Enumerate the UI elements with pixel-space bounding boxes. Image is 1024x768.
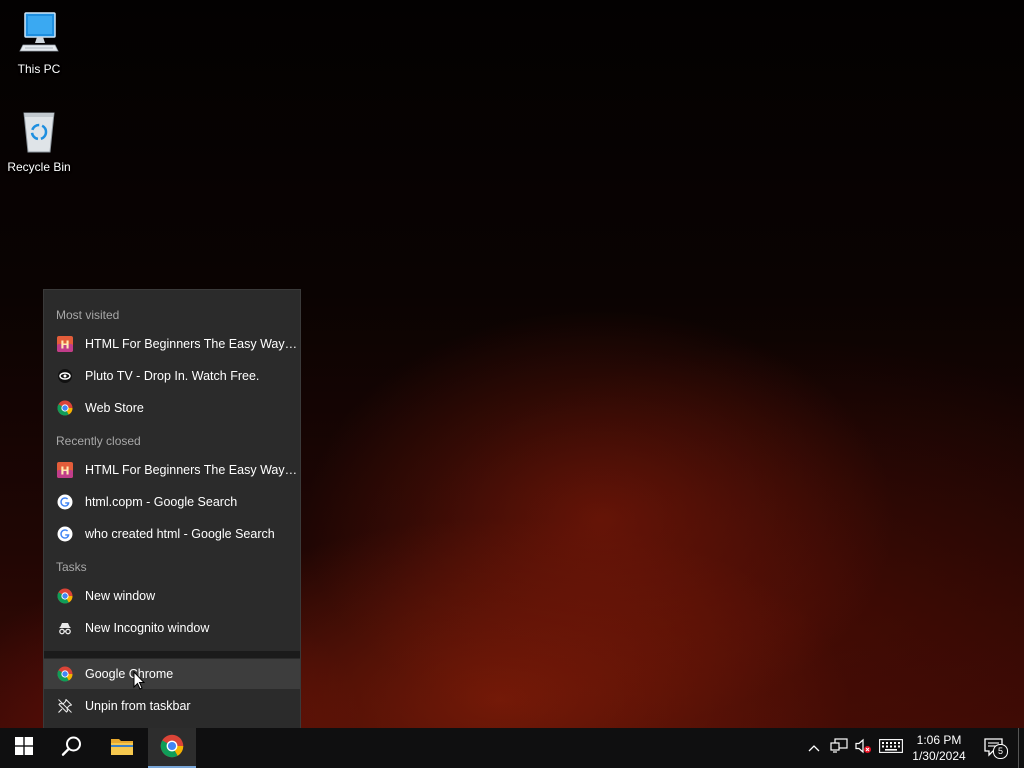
desktop-icon-this-pc[interactable]: This PC [1, 10, 77, 76]
chrome-icon [57, 588, 73, 604]
folder-icon [110, 736, 134, 761]
windows-logo-icon [15, 736, 33, 760]
taskbar: 1:06 PM 1/30/2024 5 [0, 728, 1024, 768]
jump-item-new-window[interactable]: New window [44, 581, 300, 611]
jump-item-recently-closed-3[interactable]: who created html - Google Search [44, 519, 300, 549]
search-icon [61, 735, 83, 762]
pluto-tv-icon [57, 368, 73, 384]
unpin-icon [57, 698, 73, 714]
chrome-icon [57, 666, 73, 682]
clock-date: 1/30/2024 [912, 749, 966, 763]
jump-item-label: who created html - Google Search [85, 527, 275, 541]
section-header-most-visited: Most visited [56, 308, 120, 322]
jump-item-label: html.copm - Google Search [85, 495, 238, 509]
action-center-button[interactable]: 5 [982, 736, 1008, 759]
google-icon [57, 526, 73, 542]
jump-item-new-incognito-window[interactable]: New Incognito window [44, 613, 300, 643]
jump-item-most-visited-1[interactable]: H HTML For Beginners The Easy Way: Sta..… [44, 329, 300, 359]
clock-time: 1:06 PM [916, 733, 962, 747]
network-button[interactable] [829, 737, 849, 759]
start-button[interactable] [0, 728, 48, 768]
volume-muted-icon [854, 738, 872, 759]
keyboard-icon [879, 738, 903, 758]
taskbar-chrome-button[interactable] [148, 728, 196, 768]
notification-icon: 5 [983, 736, 1008, 759]
jump-item-most-visited-3[interactable]: Web Store [44, 393, 300, 423]
chrome-jump-list: Most visited H HTML For Beginners The Ea… [43, 289, 301, 728]
jump-item-label: HTML For Beginners The Easy Way: Sta... [85, 337, 299, 351]
html-favicon-icon: H [57, 336, 73, 352]
show-desktop-button[interactable] [1018, 728, 1024, 768]
network-icon [830, 737, 848, 759]
volume-button[interactable] [853, 738, 873, 758]
svg-text:H: H [60, 339, 69, 352]
jump-item-label: Google Chrome [85, 667, 174, 681]
jump-item-label: Web Store [85, 401, 144, 415]
mouse-cursor-icon [133, 670, 146, 690]
svg-text:H: H [60, 465, 69, 478]
section-header-tasks: Tasks [56, 560, 87, 574]
chrome-icon [160, 734, 184, 763]
search-button[interactable] [48, 728, 96, 768]
taskbar-clock[interactable]: 1:06 PM 1/30/2024 [906, 732, 972, 764]
html-favicon-icon: H [57, 462, 73, 478]
notification-count-badge: 5 [993, 744, 1008, 759]
jump-item-label: New Incognito window [85, 621, 210, 635]
jump-item-recently-closed-2[interactable]: html.copm - Google Search [44, 487, 300, 517]
desktop-icon-label: This PC [17, 62, 61, 76]
file-explorer-button[interactable] [98, 728, 146, 768]
show-hidden-icons-button[interactable] [804, 738, 824, 758]
section-header-recently-closed: Recently closed [56, 434, 141, 448]
jump-item-label: Pluto TV - Drop In. Watch Free. [85, 369, 260, 383]
jump-item-recently-closed-1[interactable]: H HTML For Beginners The Easy Way: Sta..… [44, 455, 300, 485]
desktop-icon-recycle-bin[interactable]: Recycle Bin [1, 108, 77, 174]
jump-list-divider [44, 651, 300, 658]
jump-item-label: New window [85, 589, 156, 603]
jump-item-most-visited-2[interactable]: Pluto TV - Drop In. Watch Free. [44, 361, 300, 391]
jump-item-unpin-from-taskbar[interactable]: Unpin from taskbar [44, 691, 300, 721]
google-icon [57, 494, 73, 510]
touch-keyboard-button[interactable] [878, 738, 904, 758]
chevron-up-icon [808, 739, 820, 757]
jump-item-label: HTML For Beginners The Easy Way: Sta... [85, 463, 299, 477]
jump-item-google-chrome[interactable]: Google Chrome [44, 659, 300, 689]
this-pc-icon [15, 10, 63, 58]
jump-item-label: Unpin from taskbar [85, 699, 191, 713]
desktop-icon-label: Recycle Bin [7, 160, 71, 174]
chrome-icon [57, 400, 73, 416]
incognito-icon [57, 620, 73, 636]
recycle-bin-icon [15, 108, 63, 156]
jump-list-app-section: Google Chrome Unpin from taskbar [44, 658, 300, 728]
